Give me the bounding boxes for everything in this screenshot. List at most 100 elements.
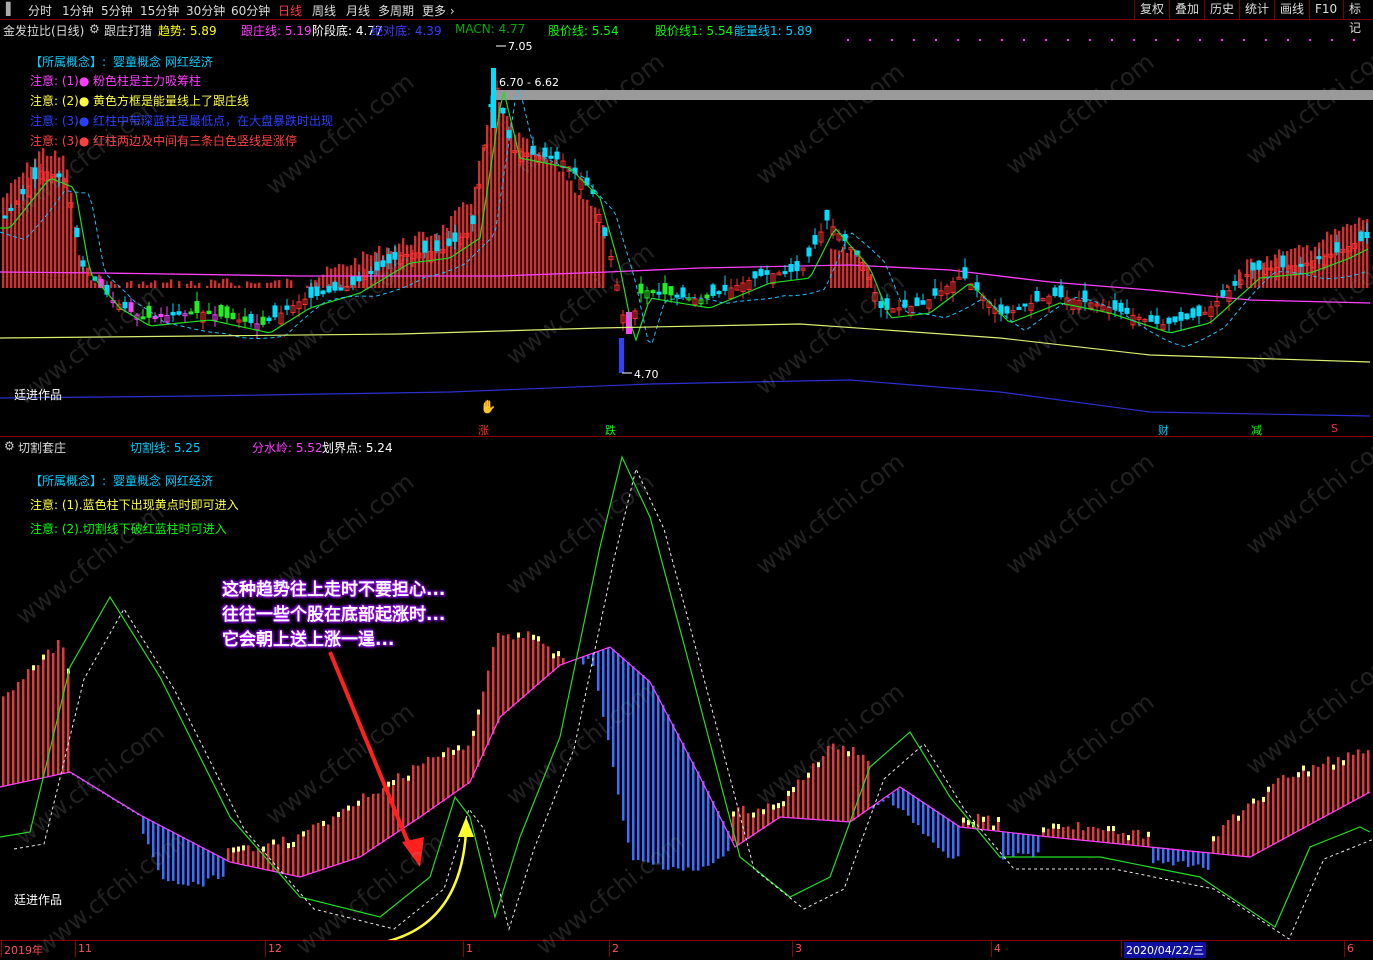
red-bar bbox=[307, 829, 310, 875]
candle-body bbox=[1232, 281, 1238, 286]
toolbar-button[interactable]: 历史 bbox=[1204, 0, 1239, 19]
red-bar bbox=[312, 824, 315, 873]
candle-body bbox=[920, 300, 926, 305]
period-tab[interactable]: 周线 bbox=[312, 2, 336, 19]
yellow-dot bbox=[1302, 765, 1305, 771]
candle-body bbox=[962, 267, 968, 279]
signal-dot bbox=[1265, 39, 1267, 41]
period-tab[interactable]: 月线 bbox=[346, 2, 370, 19]
blue-bar bbox=[952, 821, 955, 859]
volume-bar bbox=[270, 282, 273, 288]
yellow-dot bbox=[347, 805, 350, 811]
period-tab[interactable]: 60分钟 bbox=[231, 2, 270, 19]
note-2: 注意: (2).切割线下破红蓝柱时可进入 bbox=[30, 522, 227, 536]
volume-bar bbox=[450, 216, 453, 288]
red-bar bbox=[62, 647, 65, 774]
yellow-dot bbox=[357, 800, 360, 806]
volume-bar bbox=[474, 186, 477, 288]
toolbar-button[interactable]: 标记 bbox=[1343, 0, 1373, 35]
period-tab[interactable]: 日线 bbox=[278, 2, 302, 19]
candle-body bbox=[434, 240, 440, 252]
candle-body bbox=[716, 291, 722, 295]
candle-body bbox=[788, 263, 794, 272]
axis-tick bbox=[265, 941, 266, 957]
red-bar bbox=[1092, 826, 1095, 842]
settings-icon[interactable]: ⚙ bbox=[89, 22, 100, 36]
period-tab[interactable]: 更多 › bbox=[422, 2, 455, 19]
indicator-value: 股价线1: 5.54 bbox=[655, 24, 734, 38]
red-bar bbox=[57, 639, 60, 775]
red-bar bbox=[747, 813, 750, 839]
red-bar bbox=[502, 635, 505, 716]
blue-bar bbox=[1172, 849, 1175, 866]
red-bar bbox=[1227, 819, 1230, 855]
candle-body bbox=[1004, 306, 1010, 314]
indicator-name[interactable]: 切割套庄 bbox=[18, 439, 66, 456]
toolbar-button[interactable]: 画线 bbox=[1274, 0, 1309, 19]
candle-body bbox=[308, 286, 314, 298]
toolbar-button[interactable]: 叠加 bbox=[1169, 0, 1204, 19]
red-bar bbox=[1132, 830, 1135, 846]
period-tab[interactable]: 多周期 bbox=[378, 2, 414, 19]
period-tab[interactable]: 分时 bbox=[28, 2, 52, 19]
yellow-dot bbox=[1127, 835, 1130, 841]
red-bar bbox=[1082, 830, 1085, 841]
blue-bar bbox=[587, 655, 590, 659]
yellow-dot bbox=[1237, 815, 1240, 821]
toolbar-button[interactable]: F10 bbox=[1309, 0, 1342, 19]
indicator-value: 绝对底: 4.39 bbox=[371, 24, 442, 38]
note-prefix: 注意: (2)● bbox=[30, 94, 90, 108]
volume-bar bbox=[1246, 259, 1249, 288]
period-tab[interactable]: 30分钟 bbox=[186, 2, 225, 19]
toolbar-button[interactable]: 统计 bbox=[1239, 0, 1274, 19]
candle-body bbox=[752, 271, 758, 279]
yellow-dot bbox=[532, 634, 535, 640]
volume-bar bbox=[582, 199, 585, 288]
period-tab[interactable]: 1分钟 bbox=[62, 2, 94, 19]
candle-body bbox=[56, 173, 62, 178]
volume-bar bbox=[362, 251, 365, 288]
candle-body bbox=[1316, 256, 1322, 260]
volume-bar bbox=[170, 279, 173, 288]
blue-bar bbox=[1022, 833, 1025, 854]
settings-icon[interactable]: ⚙ bbox=[4, 439, 15, 453]
blue-bar bbox=[177, 834, 180, 885]
period-tab[interactable]: 15分钟 bbox=[140, 2, 179, 19]
yellow-dot bbox=[407, 775, 410, 781]
red-bar bbox=[537, 636, 540, 685]
price-band-label: 6.70 - 6.62 bbox=[499, 76, 559, 89]
yellow-dot bbox=[322, 820, 325, 826]
red-bar bbox=[1047, 828, 1050, 837]
price-low-label: 4.70 bbox=[634, 368, 659, 381]
candle-body bbox=[392, 251, 398, 260]
watershed-line bbox=[0, 646, 1371, 878]
red-bar bbox=[547, 646, 550, 677]
candle-body bbox=[932, 288, 938, 296]
candle-body bbox=[338, 287, 344, 291]
candle-body bbox=[656, 291, 662, 295]
yellow-dot bbox=[1147, 831, 1150, 837]
candle-body bbox=[326, 285, 332, 293]
callout-line: 这种趋势往上走时不要担心... bbox=[222, 580, 446, 600]
main-chart-pane[interactable]: 金发拉比(日线) ⚙ 跟庄打猎 趋势: 5.89 跟庄线: 5.19 阶段底: 4.… bbox=[0, 20, 1373, 437]
sub-indicator-pane[interactable]: ⚙ 切割套庄 切割线: 5.25 分水岭: 5.52 划界点: 5.24 【所属概念… bbox=[0, 437, 1373, 940]
blue-bar bbox=[222, 857, 225, 877]
indicator-name[interactable]: 跟庄打猎 bbox=[104, 22, 152, 39]
candle-body bbox=[8, 207, 14, 211]
red-bar bbox=[1307, 771, 1310, 827]
axis-label: 4 bbox=[994, 942, 1001, 955]
signal-dot bbox=[1089, 39, 1091, 41]
indicator-value: 股价线: 5.54 bbox=[548, 24, 619, 38]
yellow-dot bbox=[732, 811, 735, 817]
signal-dot bbox=[1001, 39, 1003, 41]
candle-body bbox=[128, 302, 134, 312]
volume-bar bbox=[266, 282, 269, 288]
period-tab[interactable]: 5分钟 bbox=[101, 2, 133, 19]
signal-dot bbox=[1331, 39, 1333, 41]
red-bar bbox=[1267, 786, 1270, 848]
blue-bar bbox=[147, 818, 150, 845]
volume-bar bbox=[366, 254, 369, 288]
candlestick-chart[interactable] bbox=[0, 20, 1373, 436]
candle-body bbox=[554, 151, 560, 160]
toolbar-button[interactable]: 复权 bbox=[1134, 0, 1169, 19]
